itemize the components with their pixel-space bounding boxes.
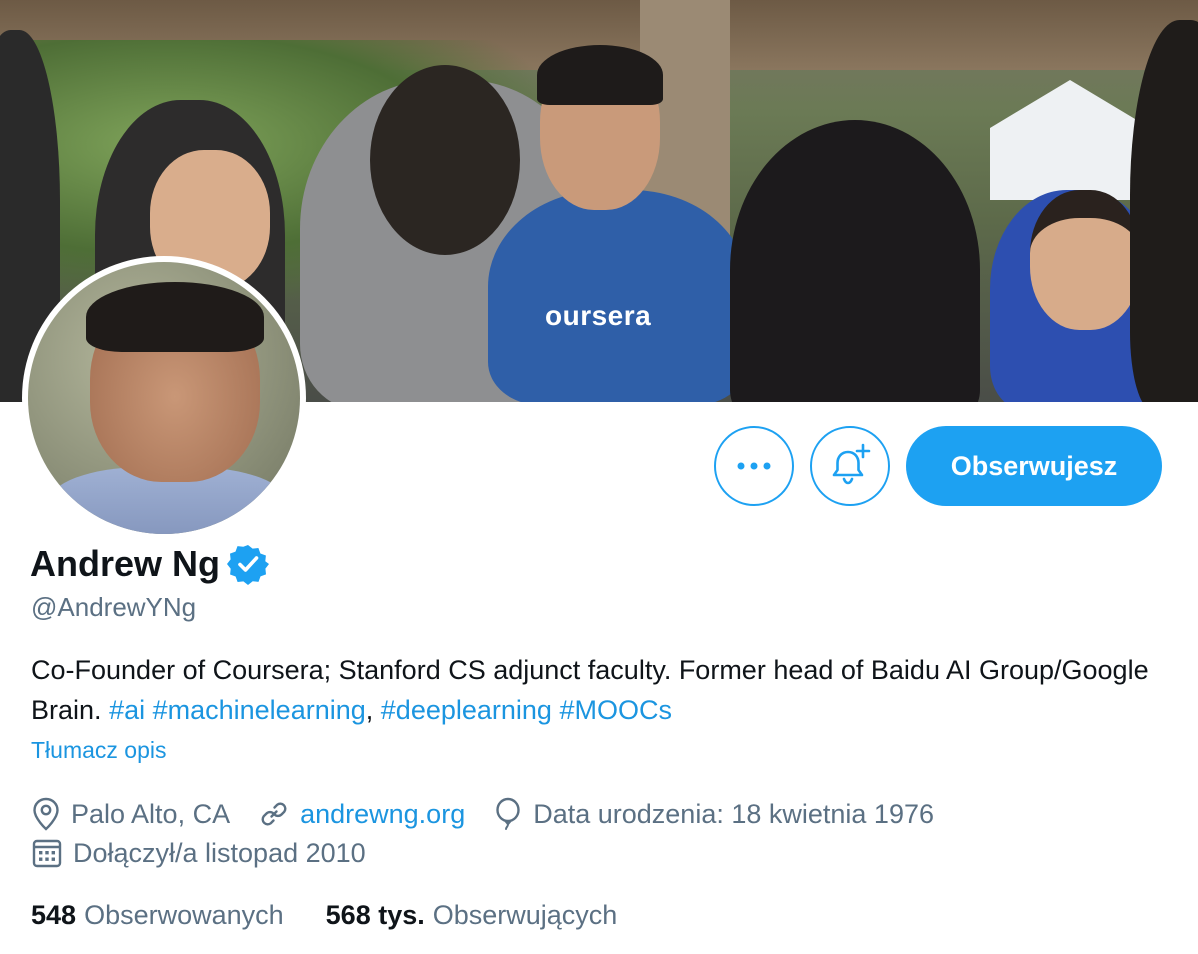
followers-label: Obserwujących [432,900,618,930]
profile-meta-row: Palo Alto, CA andrewng.org Data urodzeni… [31,797,962,831]
profile-name: Andrew Ng [30,543,221,584]
banner-person-hair [537,45,663,105]
birthday-text: Data urodzenia: 18 kwietnia 1976 [533,798,934,829]
banner-person-head [370,65,520,255]
avatar-image [28,262,300,534]
followers-stat-link[interactable]: 568 tys. Obserwujących [326,900,618,931]
translate-bio-link[interactable]: Tłumacz opis [31,737,166,764]
profile-page: oursera Obserwujesz Andrew Ng @AndrewYNg… [0,0,1198,954]
avatar-hair [86,282,264,352]
more-options-button[interactable] [714,426,794,506]
birthday-item: Data urodzenia: 18 kwietnia 1976 [493,797,934,831]
verified-badge-icon [227,545,270,585]
profile-bio: Co-Founder of Coursera; Stanford CS adju… [31,650,1161,730]
hashtag-link[interactable]: #deeplearning [381,695,552,725]
banner-person-face [1030,190,1140,330]
bio-separator: , [365,695,374,725]
hashtag-link[interactable]: #MOOCs [559,695,672,725]
followers-count: 568 tys. [325,900,425,930]
website-link[interactable]: andrewng.org [300,799,465,830]
balloon-icon [496,797,520,830]
following-label: Obserwowanych [84,900,284,930]
profile-name-row: Andrew Ng [30,542,270,586]
banner-person [1130,20,1198,402]
banner-shirt-text: oursera [545,300,652,331]
website-item: andrewng.org [258,798,465,830]
hashtag-link[interactable]: #ai [109,695,145,725]
following-count: 548 [31,900,77,930]
banner-person [488,190,748,402]
profile-handle: @AndrewYNg [31,592,197,622]
notifications-button[interactable] [810,426,890,506]
following-stat-link[interactable]: 548 Obserwowanych [31,900,284,931]
joined-item: Dołączył/a listopad 2010 [31,837,366,869]
calendar-icon [32,839,62,868]
profile-stats: 548 Obserwowanych 568 tys. Obserwujących [31,900,659,931]
location-pin-icon [33,797,59,831]
banner-tent [990,80,1150,200]
more-horizontal-icon [737,462,771,470]
following-button[interactable]: Obserwujesz [906,426,1162,506]
link-icon [261,802,287,826]
location-item: Palo Alto, CA [31,797,230,831]
joined-text: Dołączył/a listopad 2010 [73,837,366,868]
banner-person [730,120,980,402]
bell-plus-icon [832,443,871,485]
hashtag-link[interactable]: #machinelearning [153,695,366,725]
avatar[interactable] [22,256,306,540]
location-text: Palo Alto, CA [71,798,231,829]
profile-meta-row: Dołączył/a listopad 2010 [31,837,394,869]
